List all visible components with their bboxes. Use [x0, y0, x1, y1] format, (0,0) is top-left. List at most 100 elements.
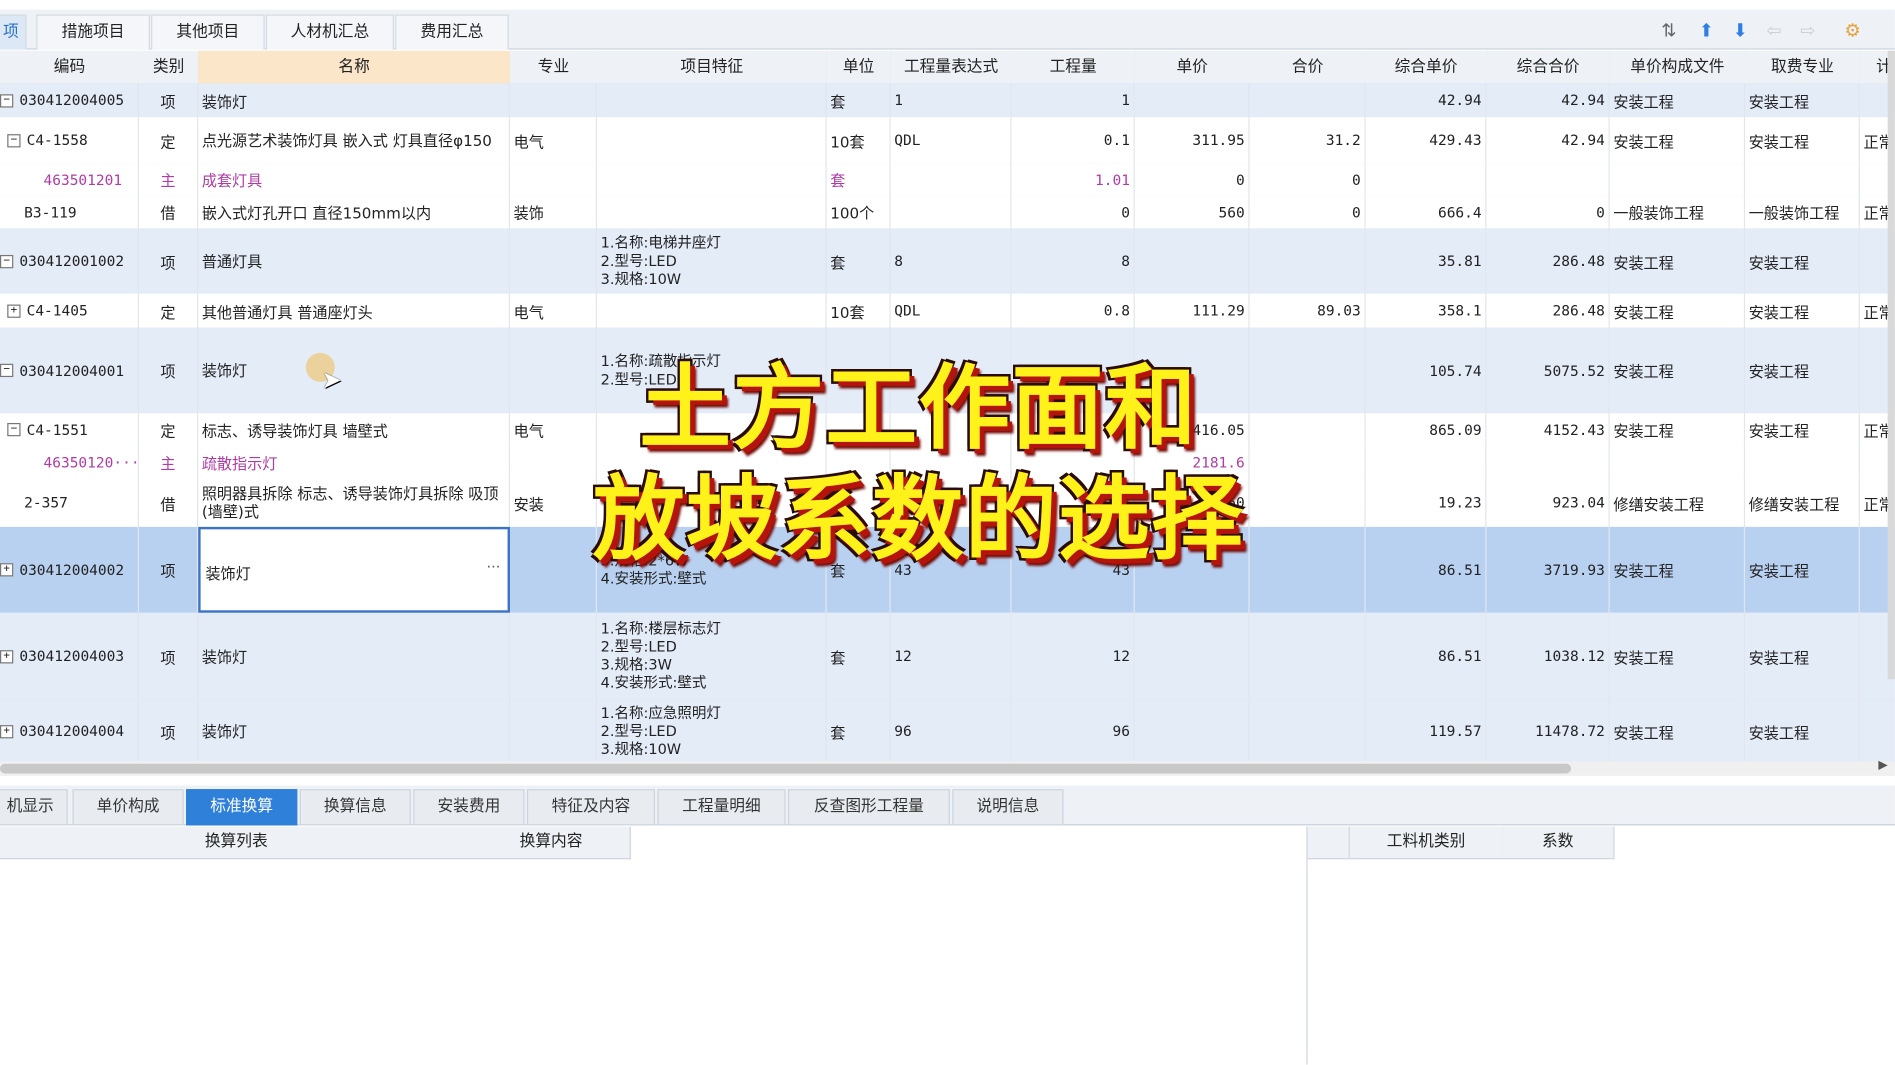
- tab-cost-summary[interactable]: 费用汇总: [395, 14, 509, 50]
- bill-item-row[interactable]: −030412001002 项普通灯具 1.名称:电梯井座灯 2.型号:LED 3.…: [0, 228, 1895, 295]
- col-expr-cell[interactable]: 12: [891, 612, 1012, 700]
- material-row[interactable]: 463501201 主成套灯具套 1.01 0 0: [0, 163, 1895, 197]
- col-price-file-cell[interactable]: 安装工程: [1610, 526, 1746, 613]
- col-unit-cell[interactable]: 套: [827, 163, 891, 196]
- col-type-cell[interactable]: 项: [139, 699, 199, 763]
- col-major-cell[interactable]: [510, 699, 597, 763]
- col-fee-major-cell[interactable]: 安装工程: [1745, 612, 1860, 700]
- bill-item-row[interactable]: +030412004004 项装饰灯 1.名称:应急照明灯 2.型号:LED 3.规…: [0, 699, 1895, 764]
- col-total-cell[interactable]: 0: [1250, 195, 1366, 229]
- col-unit-cell[interactable]: 套: [827, 612, 891, 700]
- col-comp-price-cell[interactable]: 358.1: [1366, 293, 1487, 328]
- col-fee-major-cell[interactable]: 安装工程: [1745, 293, 1860, 328]
- col-qty-cell[interactable]: 0: [1012, 195, 1135, 229]
- col-major-cell[interactable]: 电气: [510, 117, 597, 164]
- tab-partial[interactable]: 项: [0, 14, 27, 50]
- col-total-cell[interactable]: 31.2: [1250, 117, 1366, 164]
- col-comp-price-cell[interactable]: 666.4: [1366, 195, 1487, 229]
- col-fee-major-cell[interactable]: 安装工程: [1745, 117, 1860, 164]
- col-expr-cell[interactable]: [891, 163, 1012, 196]
- col-price-file-cell[interactable]: 安装工程: [1610, 413, 1746, 446]
- col-code-cell[interactable]: +030412004003: [0, 612, 139, 700]
- col-code-cell[interactable]: + C4-1405: [0, 293, 139, 328]
- col-comp-total-cell[interactable]: 286.48: [1486, 293, 1610, 328]
- bill-item-row[interactable]: +030412004003 项装饰灯 1.名称:楼层标志灯 2.型号:LED 3.规…: [0, 612, 1895, 701]
- col-code-cell[interactable]: −030412004005: [0, 83, 139, 118]
- col-comp-price-cell[interactable]: 86.51: [1366, 612, 1487, 700]
- collapse-icon[interactable]: −: [7, 133, 21, 147]
- col-major-cell[interactable]: [510, 612, 597, 700]
- col-comp-price-cell[interactable]: 42.94: [1366, 83, 1487, 118]
- col-expr-cell[interactable]: 1: [891, 83, 1012, 118]
- col-price-file-cell[interactable]: 安装工程: [1610, 83, 1746, 118]
- col-code-cell[interactable]: −030412001002: [0, 228, 139, 294]
- col-qty-cell[interactable]: 12: [1012, 612, 1135, 700]
- bill-item-row[interactable]: −030412004005 项装饰灯套 1 1 42.94 42.94 安装工程 安装工程: [0, 83, 1895, 119]
- col-calc-cell[interactable]: [1860, 700, 1895, 763]
- col-expr-header[interactable]: 工程量表达式: [890, 50, 1013, 85]
- col-feature-cell[interactable]: [597, 117, 827, 164]
- col-price-cell[interactable]: 560: [1135, 195, 1250, 229]
- col-code-cell[interactable]: 463501201: [0, 163, 139, 196]
- col-qty-cell[interactable]: 1.01: [1012, 163, 1135, 196]
- col-comp-total-cell[interactable]: 11478.72: [1486, 699, 1610, 763]
- col-code-cell[interactable]: − C4-1558: [0, 117, 139, 164]
- col-unit-cell[interactable]: 套: [827, 228, 891, 294]
- col-name-header[interactable]: 名称: [198, 50, 512, 85]
- col-code-cell[interactable]: − C4-1551: [0, 413, 139, 446]
- col-fee-major-cell[interactable]: 安装工程: [1745, 327, 1860, 414]
- collapse-icon[interactable]: −: [0, 363, 14, 378]
- col-comp-price-cell[interactable]: 86.51: [1366, 526, 1487, 613]
- col-comp-total-cell[interactable]: [1486, 163, 1610, 196]
- col-comp-total-header[interactable]: 综合合价: [1486, 50, 1611, 85]
- col-code-cell[interactable]: −030412004001: [0, 327, 139, 414]
- tab-description[interactable]: 说明信息: [952, 789, 1064, 826]
- col-fee-major-cell[interactable]: 修缮安装工程: [1745, 478, 1860, 527]
- sort-icon[interactable]: ⇅: [1658, 19, 1680, 41]
- col-comp-total-cell[interactable]: [1486, 445, 1610, 479]
- col-comp-total-cell[interactable]: 923.04: [1486, 478, 1610, 527]
- col-feature-cell[interactable]: [597, 195, 827, 229]
- col-code-cell[interactable]: B3-119: [0, 195, 139, 229]
- col-comp-price-header[interactable]: 综合单价: [1365, 50, 1488, 85]
- col-type-header[interactable]: 类别: [138, 50, 200, 85]
- col-feature-cell[interactable]: 1.名称:应急照明灯 2.型号:LED 3.规格:10W: [597, 699, 827, 763]
- col-fee-major-cell[interactable]: 一般装饰工程: [1745, 195, 1860, 229]
- col-expr-cell[interactable]: [891, 195, 1012, 229]
- col-price-cell[interactable]: [1135, 228, 1250, 294]
- expand-icon[interactable]: +: [0, 563, 14, 577]
- col-comp-price-cell[interactable]: 105.74: [1366, 327, 1487, 414]
- quota-row[interactable]: − C4-1558 定点光源艺术装饰灯具 嵌入式 灯具直径φ150 电气 10套 QDL 0…: [0, 117, 1895, 165]
- col-code-cell[interactable]: 2-357: [0, 478, 139, 527]
- col-price-cell[interactable]: 311.95: [1135, 117, 1250, 164]
- col-price-file-header[interactable]: 单价构成文件: [1609, 50, 1747, 85]
- col-comp-price-cell[interactable]: 429.43: [1366, 117, 1487, 164]
- tab-quantity-detail[interactable]: 工程量明细: [657, 789, 786, 826]
- col-price-cell[interactable]: [1135, 699, 1250, 763]
- col-type-cell[interactable]: 项: [139, 83, 199, 118]
- col-total-cell[interactable]: [1250, 699, 1366, 763]
- col-fee-major-cell[interactable]: 安装工程: [1745, 526, 1860, 613]
- tab-conversion-info[interactable]: 换算信息: [299, 789, 411, 826]
- tab-measures[interactable]: 措施项目: [36, 14, 150, 50]
- quota-row[interactable]: + C4-1405 定其他普通灯具 普通座灯头 电气 10套 QDL 0.8 111.29 89…: [0, 293, 1895, 329]
- collapse-icon[interactable]: −: [0, 93, 14, 107]
- col-price-file-cell[interactable]: [1610, 445, 1746, 479]
- col-comp-total-cell[interactable]: 5075.52: [1486, 327, 1610, 414]
- col-name-cell[interactable]: 嵌入式灯孔开口 直径150mm以内: [198, 195, 510, 229]
- col-name-cell[interactable]: 其他普通灯具 普通座灯头: [198, 293, 510, 328]
- col-price-file-cell[interactable]: 安装工程: [1610, 699, 1746, 763]
- horizontal-scroll-thumb[interactable]: [0, 763, 1572, 774]
- col-fee-major-cell[interactable]: 安装工程: [1745, 83, 1860, 118]
- col-comp-price-cell[interactable]: 35.81: [1366, 228, 1487, 294]
- col-fee-major-cell[interactable]: 安装工程: [1745, 228, 1860, 294]
- col-code-header[interactable]: 编码: [0, 50, 141, 85]
- col-total-cell[interactable]: 0: [1250, 163, 1366, 196]
- col-price-header[interactable]: 单价: [1134, 50, 1251, 85]
- col-unit-cell[interactable]: 套: [827, 83, 891, 118]
- col-comp-price-cell[interactable]: 19.23: [1366, 478, 1487, 527]
- col-major-cell[interactable]: 电气: [510, 293, 597, 328]
- col-major-cell[interactable]: [510, 83, 597, 118]
- col-type-cell[interactable]: 借: [139, 478, 199, 527]
- col-price-cell[interactable]: 111.29: [1135, 293, 1250, 328]
